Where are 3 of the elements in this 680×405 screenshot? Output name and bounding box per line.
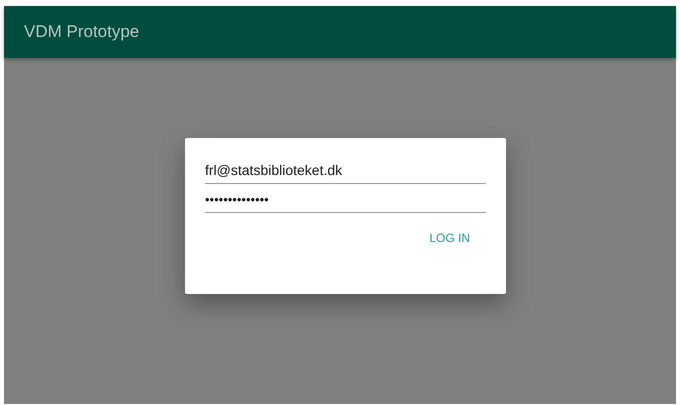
password-field[interactable]: •••••••••••••• [205, 188, 486, 213]
email-field[interactable]: frl@statsbiblioteket.dk [205, 158, 486, 184]
app-title: VDM Prototype [24, 22, 140, 42]
